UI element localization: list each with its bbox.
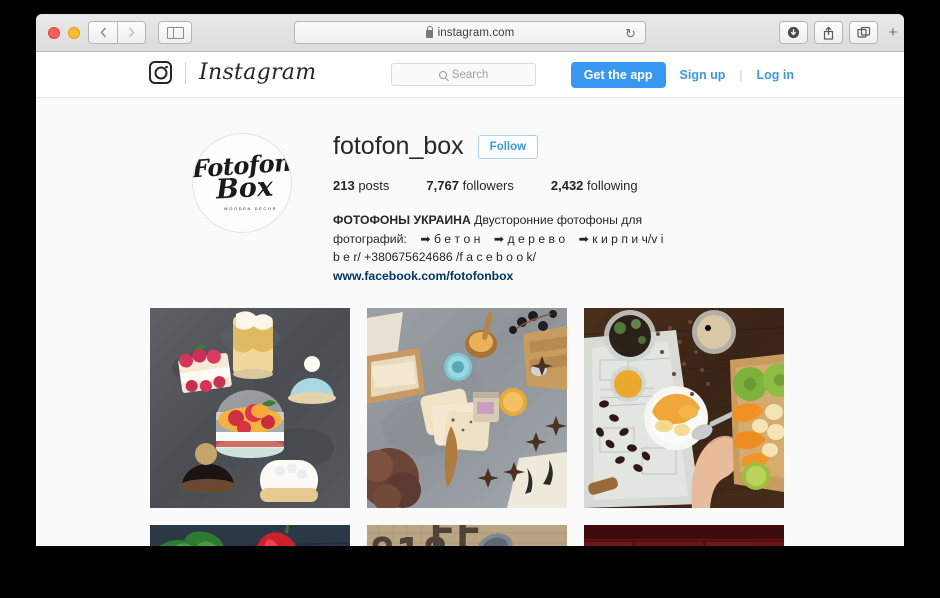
stat-posts[interactable]: 213 posts [333, 178, 389, 193]
post-tile[interactable] [150, 308, 350, 509]
profile-bio: ФОТОФОНЫ УКРАИНА Двусторонние фотофоны д… [333, 211, 673, 285]
share-icon [823, 25, 834, 40]
stat-following-count: 2,432 [550, 178, 584, 193]
logo-divider [185, 61, 186, 84]
instagram-wordmark: Instagram [199, 60, 317, 85]
forward-button[interactable] [117, 21, 146, 44]
bio-link[interactable]: www.facebook.com/fotofonbox [333, 269, 513, 283]
download-icon [787, 26, 800, 39]
bio-line1: Двусторонние фотофоны для [470, 213, 643, 227]
stat-posts-count: 213 [333, 178, 355, 193]
avatar[interactable]: Fotofon Box WOODEN DECOR [191, 133, 292, 233]
post-tile[interactable] [584, 525, 784, 546]
follow-button[interactable]: Follow [477, 134, 539, 159]
bio-item-1: ➡ б е т о н [420, 231, 481, 246]
profile-section: Fotofon Box WOODEN DECOR fotofon_box Fol… [36, 98, 904, 546]
profile-stats: 213 posts 7,767 followers 2,432 followin… [333, 178, 790, 193]
post-image-breakfast-bowl [584, 308, 784, 509]
bio-line2: фотографий: [333, 231, 407, 246]
toolbar-actions [779, 21, 878, 44]
instagram-logo[interactable]: Instagram [149, 60, 316, 85]
stat-posts-label: posts [358, 178, 390, 193]
search-placeholder: Search [451, 68, 489, 81]
stat-followers-count: 7,767 [426, 178, 459, 193]
chevron-left-icon [100, 27, 106, 38]
sidebar-toggle-icon [166, 26, 184, 39]
bio-facebook-label: /f a c e b o o k/ [456, 250, 536, 265]
show-tabs-button[interactable] [849, 21, 878, 44]
close-window-button[interactable] [48, 27, 60, 39]
browser-window: instagram.com ↻ + Instagram Search Get t… [36, 14, 904, 546]
auth-separator: | [739, 68, 743, 82]
stat-following[interactable]: 2,432 following [551, 178, 638, 193]
instagram-camera-icon [149, 61, 172, 84]
post-tile[interactable] [584, 308, 784, 509]
username-row: fotofon_box Follow [333, 132, 790, 161]
download-button[interactable] [779, 21, 808, 44]
avatar-logo-text: Fotofon Box WOODEN DECOR [193, 148, 291, 212]
address-bar-text: instagram.com [437, 26, 515, 39]
bio-phone: +380675624686 [364, 250, 453, 265]
log-in-link[interactable]: Log in [757, 68, 795, 82]
bio-item-2: ➡ д е р е в о [493, 231, 566, 246]
avatar-column: Fotofon Box WOODEN DECOR [150, 128, 333, 285]
post-tile[interactable]: 818 3 AQ FF [367, 525, 567, 546]
bio-title: ФОТОФОНЫ УКРАИНА [333, 213, 471, 227]
instagram-header: Instagram Search Get the app Sign up | L… [36, 52, 904, 98]
stat-followers-label: followers [462, 178, 514, 193]
post-image-bread-honey [367, 308, 567, 509]
minimize-window-button[interactable] [68, 27, 80, 39]
share-button[interactable] [814, 21, 843, 44]
post-image-burlap-spoon: 818 3 AQ FF [367, 525, 567, 546]
post-tile[interactable] [367, 308, 567, 509]
search-icon [438, 70, 447, 79]
chevron-right-icon [128, 27, 135, 38]
avatar-logo-subtitle: WOODEN DECOR [223, 206, 278, 212]
stat-followers[interactable]: 7,767 followers [426, 178, 513, 193]
show-tabs-icon [856, 26, 870, 38]
photo-grid: 818 3 AQ FF [150, 308, 790, 546]
address-bar[interactable]: instagram.com ↻ [294, 21, 646, 44]
sidebar-toggle-button[interactable] [158, 21, 192, 44]
sign-up-link[interactable]: Sign up [680, 68, 726, 82]
instagram-page: Instagram Search Get the app Sign up | L… [36, 52, 904, 546]
new-tab-button[interactable]: + [882, 21, 904, 44]
post-image-desserts [150, 308, 350, 509]
stat-following-label: following [587, 178, 638, 193]
post-image-red-brick [584, 525, 784, 546]
post-tile[interactable] [150, 525, 350, 546]
reload-icon[interactable]: ↻ [624, 27, 637, 40]
avatar-logo-line2: Box [215, 171, 274, 206]
profile-info: fotofon_box Follow 213 posts 7,767 follo… [333, 128, 790, 285]
svg-text:FF: FF [429, 525, 482, 546]
page-title: fotofon_box [333, 132, 464, 160]
navigation-buttons [88, 21, 146, 44]
get-the-app-button[interactable]: Get the app [570, 62, 666, 88]
lock-icon [425, 25, 434, 38]
back-button[interactable] [88, 21, 117, 44]
header-actions: Get the app Sign up | Log in [570, 62, 795, 88]
search-input[interactable]: Search [391, 63, 536, 86]
browser-toolbar: instagram.com ↻ + [36, 14, 904, 52]
post-image-peppers [150, 525, 350, 546]
